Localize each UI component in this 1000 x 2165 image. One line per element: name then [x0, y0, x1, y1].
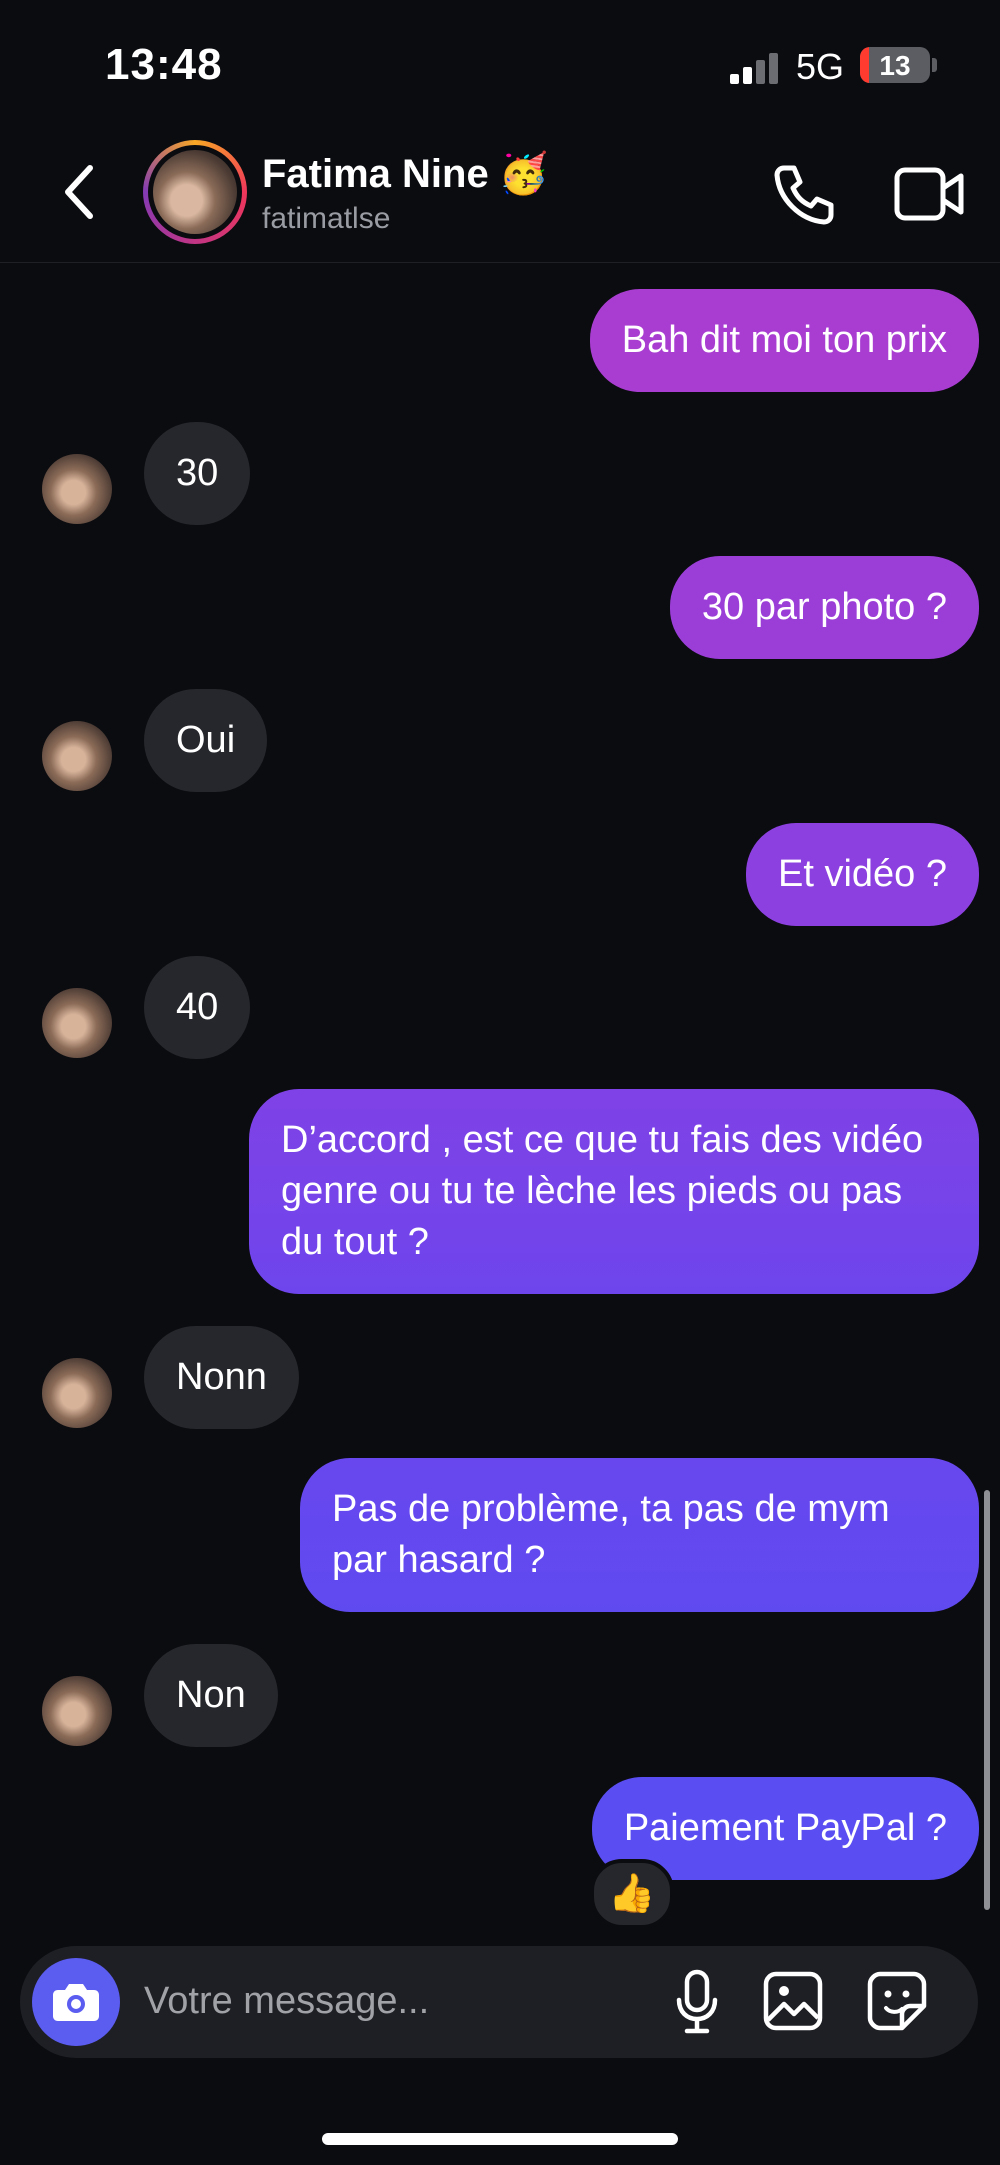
status-bar: 13:48 5G 13: [0, 0, 1000, 130]
sender-avatar[interactable]: [42, 1358, 112, 1428]
home-indicator[interactable]: [322, 2133, 678, 2145]
message-bubble-outgoing[interactable]: 30 par photo ?: [669, 556, 979, 659]
message-bubble-outgoing[interactable]: Bah dit moi ton prix: [589, 289, 979, 392]
microphone-icon[interactable]: [672, 1968, 722, 2036]
gallery-icon[interactable]: [762, 1970, 824, 2032]
battery-cap: [932, 58, 937, 72]
sender-avatar[interactable]: [42, 988, 112, 1058]
sender-avatar[interactable]: [42, 454, 112, 524]
message-list[interactable]: Bah dit moi ton prix 30 30 par photo ? O…: [0, 262, 1000, 1942]
battery-level: 13: [879, 50, 911, 81]
sender-avatar[interactable]: [42, 721, 112, 791]
thumbs-up-reaction-icon[interactable]: 👍: [590, 1859, 674, 1929]
message-input[interactable]: Votre message...: [144, 1980, 429, 2023]
message-bubble-outgoing[interactable]: Pas de problème, ta pas de mym par hasar…: [300, 1458, 979, 1612]
battery-icon: 13: [860, 47, 930, 83]
sender-avatar[interactable]: [42, 1676, 112, 1746]
chat-header: Fatima Nine 🥳 fatimatlse: [0, 130, 1000, 263]
network-type: 5G: [796, 46, 845, 87]
camera-button[interactable]: [32, 1958, 120, 2046]
party-emoji-icon: 🥳: [498, 152, 549, 196]
status-time: 13:48: [105, 40, 223, 89]
camera-icon: [53, 1984, 99, 2021]
message-composer[interactable]: Votre message...: [20, 1946, 978, 2058]
message-bubble-outgoing[interactable]: D’accord , est ce que tu fais des vidéo …: [249, 1089, 979, 1294]
phone-call-icon[interactable]: [770, 160, 838, 228]
message-bubble-incoming[interactable]: Nonn: [144, 1326, 299, 1429]
sticker-icon[interactable]: [866, 1970, 928, 2032]
video-call-icon[interactable]: [893, 164, 965, 224]
message-bubble-incoming[interactable]: Non: [144, 1644, 278, 1747]
contact-name-text: Fatima Nine: [262, 152, 489, 196]
contact-username[interactable]: fatimatlse: [262, 202, 390, 236]
contact-avatar[interactable]: [143, 140, 247, 244]
scrollbar[interactable]: [984, 1490, 990, 1910]
signal-icon: [730, 52, 782, 84]
message-bubble-incoming[interactable]: 30: [144, 422, 251, 525]
back-arrow-icon[interactable]: [60, 162, 100, 222]
message-bubble-incoming[interactable]: 40: [144, 956, 251, 1059]
message-bubble-incoming[interactable]: Oui: [144, 689, 268, 792]
avatar-photo: [153, 150, 237, 234]
message-bubble-outgoing[interactable]: Et vidéo ?: [746, 823, 979, 926]
contact-name[interactable]: Fatima Nine 🥳: [262, 150, 549, 197]
